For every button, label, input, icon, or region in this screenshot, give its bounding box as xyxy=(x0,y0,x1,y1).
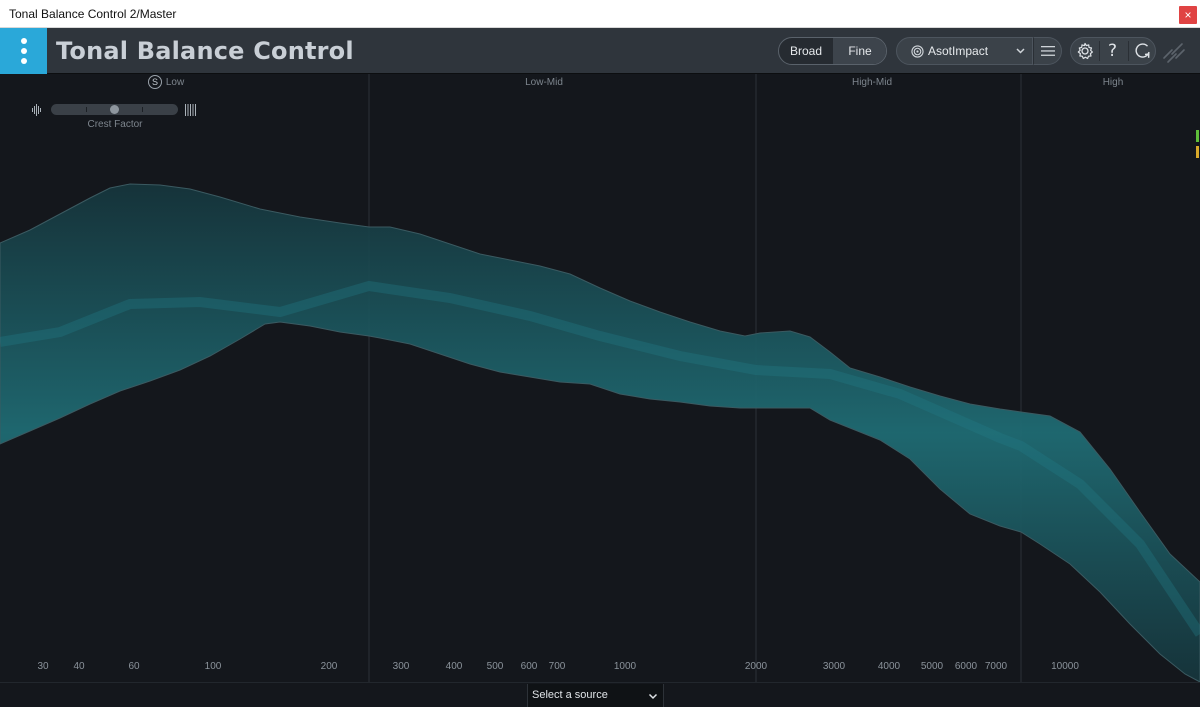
freq-tick-label: 3000 xyxy=(822,661,846,672)
help-button[interactable]: ? xyxy=(1100,38,1128,64)
level-meter xyxy=(1196,130,1199,158)
plugin-header: Tonal Balance Control Broad Fine AsotImp… xyxy=(0,28,1200,74)
view-mode-toggle: Broad Fine xyxy=(778,37,887,65)
band-label-low-mid[interactable]: Low-Mid xyxy=(525,77,563,88)
slider-tick xyxy=(86,107,87,112)
plugin-window: Tonal Balance Control Broad Fine AsotImp… xyxy=(0,28,1200,707)
freq-tick-label: 7000 xyxy=(984,661,1008,672)
freq-tick-label: 200 xyxy=(320,661,338,672)
app-title: Tonal Balance Control xyxy=(56,37,354,65)
undo-icon xyxy=(1135,43,1150,58)
band-label-low[interactable]: Low xyxy=(166,77,184,88)
solo-icon[interactable]: S xyxy=(148,75,162,89)
freq-tick-label: 600 xyxy=(520,661,538,672)
crest-factor-label: Crest Factor xyxy=(87,119,143,130)
link-icon[interactable] xyxy=(1160,38,1188,66)
preset-menu-button[interactable] xyxy=(1033,37,1062,65)
preset-selector[interactable]: AsotImpact xyxy=(896,37,1033,65)
chevron-down-icon xyxy=(648,693,658,700)
window-title-bar: Tonal Balance Control 2/Master × xyxy=(0,0,1200,28)
preset-name: AsotImpact xyxy=(928,44,989,58)
freq-tick-label: 6000 xyxy=(954,661,978,672)
close-icon[interactable]: × xyxy=(1179,6,1197,24)
freq-tick-label: 500 xyxy=(486,661,504,672)
window-title: Tonal Balance Control 2/Master xyxy=(9,7,177,21)
menu-icon xyxy=(1041,46,1055,56)
source-select-label: Select a source xyxy=(532,689,608,701)
freq-tick-label: 1000 xyxy=(613,661,637,672)
spectrum-display[interactable]: S Low Low-Mid High-Mid High Crest Factor… xyxy=(0,74,1200,682)
source-select[interactable]: Select a source xyxy=(527,684,664,707)
freq-tick-label: 4000 xyxy=(877,661,901,672)
band-label-high-mid[interactable]: High-Mid xyxy=(852,77,892,88)
izotope-logo[interactable] xyxy=(0,28,47,74)
help-icon: ? xyxy=(1108,41,1118,61)
broad-button[interactable]: Broad xyxy=(779,38,833,64)
logo-dot xyxy=(21,38,27,44)
compressed-icon[interactable] xyxy=(185,104,197,116)
settings-button[interactable] xyxy=(1071,38,1099,64)
target-range-band xyxy=(0,183,1200,682)
logo-dot xyxy=(21,48,27,54)
freq-tick-label: 300 xyxy=(392,661,410,672)
fine-button[interactable]: Fine xyxy=(833,38,886,64)
undo-button[interactable] xyxy=(1129,38,1157,64)
freq-tick-label: 30 xyxy=(37,661,49,672)
freq-tick-label: 100 xyxy=(204,661,222,672)
freq-tick-label: 400 xyxy=(445,661,463,672)
slider-thumb[interactable] xyxy=(110,105,119,114)
freq-tick-label: 2000 xyxy=(744,661,768,672)
freq-tick-label: 10000 xyxy=(1051,661,1079,672)
logo-dot xyxy=(21,58,27,64)
crest-factor-slider[interactable] xyxy=(51,104,178,115)
freq-tick-label: 700 xyxy=(548,661,566,672)
freq-tick-label: 40 xyxy=(73,661,85,672)
freq-tick-label: 5000 xyxy=(920,661,944,672)
transient-icon[interactable] xyxy=(32,104,42,116)
target-icon xyxy=(911,45,924,58)
chevron-down-icon xyxy=(1016,48,1025,54)
footer-bar: Select a source xyxy=(0,682,1200,707)
target-curve-graph xyxy=(0,74,1200,682)
crest-factor-control: Crest Factor xyxy=(32,102,198,132)
slider-tick xyxy=(142,107,143,112)
utility-buttons: ? xyxy=(1070,37,1156,65)
gear-icon xyxy=(1077,42,1093,60)
band-label-high[interactable]: High xyxy=(1103,77,1124,88)
freq-tick-label: 60 xyxy=(128,661,140,672)
